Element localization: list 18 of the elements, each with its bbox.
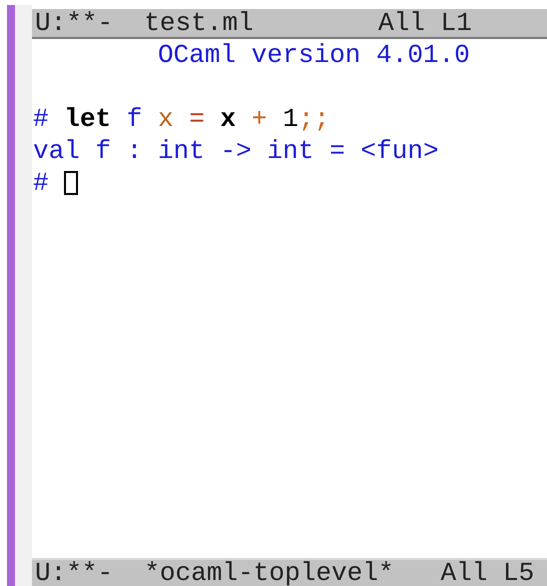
code-token: x [158,103,174,135]
code-token: x [220,103,237,135]
code-token: + [252,103,268,135]
version-text: OCaml version 4.01.0 [156,39,471,71]
code-token: 1 [282,103,298,135]
buffer-name: *ocaml-toplevel* [144,560,394,586]
code-token: # [33,103,50,135]
code-token: f [126,103,144,135]
code-token: = [189,103,206,135]
buffer-status: U:**- [35,9,114,37]
code-token: ;; [298,103,330,135]
buffer-position: All L1 [378,9,472,37]
buffer-status: U:**- [35,560,114,586]
buffer-name: test.ml [144,9,254,37]
code-token: # [33,167,50,199]
code-token: let [64,103,112,135]
buffer-position: All L5 [440,560,534,586]
code-token: val f : int -> int = <fun> [33,135,439,167]
